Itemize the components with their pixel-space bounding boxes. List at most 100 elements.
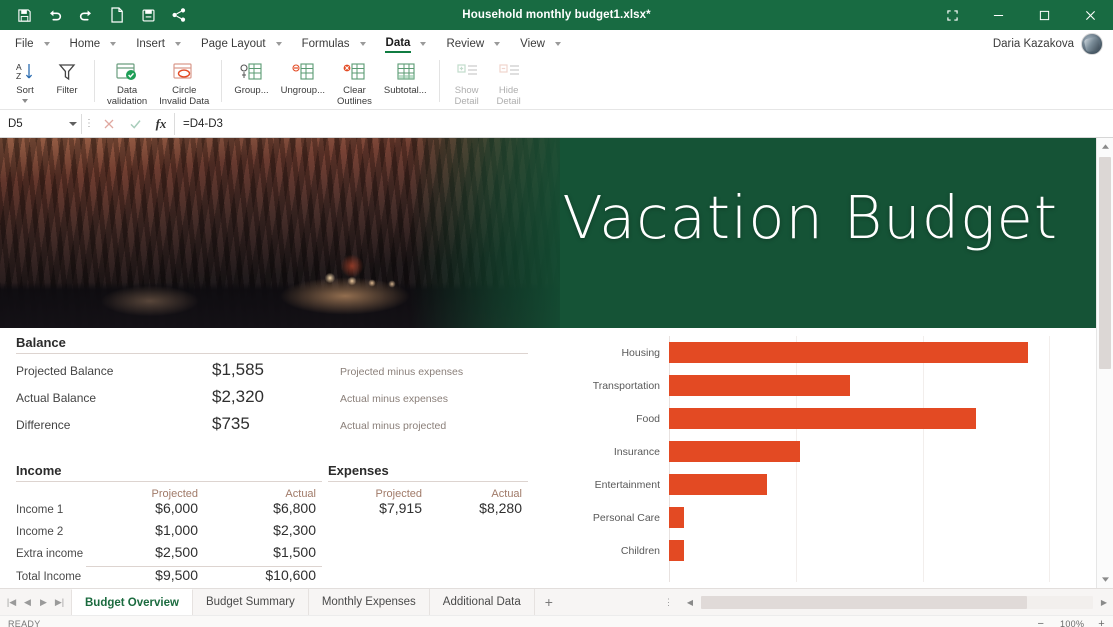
chevron-down-icon[interactable] [360,42,366,46]
user-name: Daria Kazakova [993,38,1074,50]
add-sheet-button[interactable]: + [535,589,563,615]
row-label: Projected Balance [16,364,212,378]
maximize-icon[interactable] [1021,0,1067,30]
chart-bar-track [669,402,1080,435]
sheet-tab-budget-overview[interactable]: Budget Overview [71,589,193,615]
chart-bar[interactable] [669,441,800,462]
new-document-icon[interactable] [103,3,131,27]
row-label: Total Income [16,571,86,583]
chevron-down-icon[interactable] [420,42,426,46]
next-sheet-icon[interactable]: ▶ [36,591,51,613]
chart-bar-row: Entertainment [560,468,1080,501]
menu-item-home[interactable]: Home [61,30,128,58]
horizontal-scrollbar[interactable] [701,596,1093,609]
redo-icon[interactable] [72,3,100,27]
ungroup-button[interactable]: Ungroup... [275,58,331,97]
menu-item-data[interactable]: Data [377,30,438,58]
data-validation-button[interactable]: Data validation [101,58,153,107]
horizontal-scroll-thumb[interactable] [701,596,1027,609]
share-icon[interactable] [165,3,193,27]
sheet-tab-budget-summary[interactable]: Budget Summary [193,589,309,615]
table-row[interactable]: Difference $735 Actual minus projected [16,414,528,441]
row-note: Actual minus projected [332,420,446,432]
chart-bar-row: Personal Care [560,501,1080,534]
balance-section: Balance Projected Balance $1,585 Project… [16,334,528,441]
zoom-out-button[interactable]: − [1038,618,1045,627]
clear-outlines-button[interactable]: Clear Outlines [331,58,378,107]
sheet-tab-monthly-expenses[interactable]: Monthly Expenses [309,589,430,615]
formula-input[interactable]: =D4-D3 [174,113,1113,135]
table-row[interactable]: Extra income $2,500 $1,500 [16,544,322,566]
insert-function-icon[interactable]: fx [148,113,174,135]
ribbon-label: Circle Invalid Data [159,86,209,107]
sort-button[interactable]: AZ Sort [4,58,46,103]
last-sheet-icon[interactable]: ▶| [52,591,67,613]
scroll-down-arrow[interactable] [1097,571,1113,588]
table-row[interactable]: Income 2 $1,000 $2,300 [16,522,322,544]
prev-sheet-icon[interactable]: ◀ [20,591,35,613]
hide-detail-icon [497,60,521,84]
user-account[interactable]: Daria Kazakova [993,33,1113,55]
chart-bar[interactable] [669,474,767,495]
circle-invalid-data-button[interactable]: Circle Invalid Data [153,58,215,107]
table-row[interactable]: Actual Balance $2,320 Actual minus expen… [16,387,528,414]
chevron-down-icon[interactable] [44,42,50,46]
vertical-scroll-thumb[interactable] [1099,157,1111,369]
chevron-down-icon[interactable] [175,42,181,46]
scroll-up-arrow[interactable] [1097,138,1113,155]
chart-bar[interactable] [669,375,850,396]
undo-icon[interactable] [41,3,69,27]
table-row[interactable]: Income 1 $6,000 $6,800 [16,500,322,522]
expenses-heading-rule: Expenses [328,462,528,482]
print-preview-icon[interactable] [134,3,162,27]
chevron-down-icon[interactable] [276,42,282,46]
zoom-level: 100% [1058,619,1084,627]
menu-item-formulas[interactable]: Formulas [293,30,377,58]
chart-bar[interactable] [669,507,684,528]
vertical-scrollbar[interactable] [1096,138,1113,588]
chevron-down-icon[interactable] [69,122,77,126]
group-button[interactable]: Group... [228,58,274,97]
menu-label: Home [69,36,102,52]
table-row-total[interactable]: Total Income $9,500 $10,600 [16,567,322,588]
enter-check-icon[interactable] [122,113,148,135]
zoom-in-button[interactable]: + [1098,618,1105,627]
table-row[interactable]: Projected Balance $1,585 Projected minus… [16,360,528,387]
filter-button[interactable]: Filter [46,58,88,97]
worksheet-canvas[interactable]: Vacation Budget Balance Projected Balanc… [0,138,1096,588]
chart-bar[interactable] [669,342,1028,363]
scroll-right-arrow[interactable]: ▶ [1097,598,1111,607]
name-box[interactable]: D5 [4,114,82,134]
menu-item-review[interactable]: Review [437,30,511,58]
fullscreen-icon[interactable] [929,0,975,30]
cancel-x-icon[interactable] [96,113,122,135]
menu-item-view[interactable]: View [511,30,572,58]
chevron-down-icon[interactable] [22,99,28,103]
expenses-bar-chart[interactable]: Housing Transportation Food [560,328,1090,584]
horizontal-scroll-area: ⋮ ◀ ▶ [563,589,1113,615]
minimize-icon[interactable] [975,0,1021,30]
chevron-down-icon[interactable] [555,42,561,46]
table-row[interactable]: $7,915 $8,280 [328,500,528,522]
menu-item-page-layout[interactable]: Page Layout [192,30,293,58]
subtotal-button[interactable]: Subtotal... [378,58,433,97]
first-sheet-icon[interactable]: |◀ [4,591,19,613]
avatar[interactable] [1081,33,1103,55]
formula-bar-handle[interactable]: ⋮ [82,121,96,126]
ribbon-label: Data validation [107,86,147,107]
chevron-down-icon[interactable] [110,42,116,46]
quick-access-toolbar [0,3,193,27]
title-bar: Household monthly budget1.xlsx* [0,0,1113,30]
scroll-handle-icon[interactable]: ⋮ [658,601,679,604]
chart-bar-row: Housing [560,336,1080,369]
column-header-actual: Actual [428,488,528,500]
menu-item-insert[interactable]: Insert [127,30,192,58]
chevron-down-icon[interactable] [494,42,500,46]
sheet-tab-additional-data[interactable]: Additional Data [430,589,535,615]
chart-bar[interactable] [669,540,684,561]
scroll-left-arrow[interactable]: ◀ [683,598,697,607]
save-icon[interactable] [10,3,38,27]
menu-item-file[interactable]: File [6,30,61,58]
close-icon[interactable] [1067,0,1113,30]
chart-bar[interactable] [669,408,976,429]
